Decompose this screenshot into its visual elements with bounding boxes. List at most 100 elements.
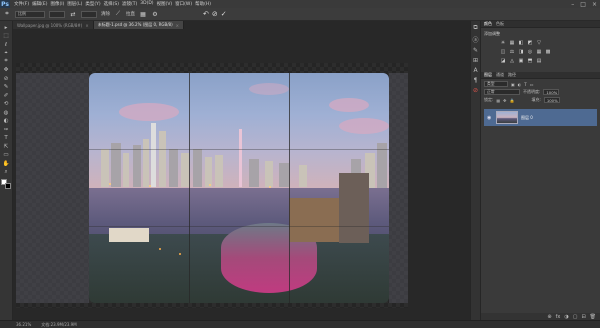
channel-mixer-icon[interactable]: ▦ (536, 49, 542, 55)
color-lookup-icon[interactable]: ▩ (545, 49, 551, 55)
eyedropper-tool-icon[interactable]: ✥ (2, 67, 11, 74)
photo-building (265, 161, 273, 187)
hand-tool-icon[interactable]: ✋ (2, 160, 11, 167)
layer-kind-select[interactable]: 类型 (484, 81, 508, 87)
menu-edit[interactable]: 编辑(E) (32, 1, 47, 7)
tab-document-2[interactable]: 未标题-1.psd @ 36.2% (图层 0, RGB/8) × (93, 21, 185, 29)
history-icon[interactable]: ⧉ (473, 24, 477, 32)
shape-tool-icon[interactable]: ▭ (2, 152, 11, 159)
exposure-icon[interactable]: ◩ (527, 40, 533, 46)
canvas-area[interactable] (13, 29, 470, 319)
eye-icon[interactable]: ◉ (487, 115, 493, 121)
pen-tool-icon[interactable]: ✑ (2, 126, 11, 133)
maximize-button[interactable]: □ (580, 1, 586, 8)
ratio-select[interactable]: 比例 (15, 10, 45, 18)
gradient-tool-icon[interactable]: ◐ (2, 118, 11, 125)
lasso-tool-icon[interactable]: ℓ (2, 41, 11, 48)
straighten-button[interactable]: 拉直 (126, 11, 135, 17)
tab-layers[interactable]: 图层 (484, 72, 492, 78)
lock-position-icon[interactable]: ✥ (503, 98, 506, 103)
no-entry-icon[interactable]: ⊘ (473, 87, 478, 94)
brightness-icon[interactable]: ☀ (500, 40, 506, 46)
brush-panel-icon[interactable]: ✎ (473, 47, 478, 54)
swatches-icon[interactable]: ⊞ (473, 57, 478, 64)
selective-color-icon[interactable]: ▤ (536, 58, 542, 64)
document-canvas[interactable] (16, 63, 408, 308)
type-tool-icon[interactable]: T (2, 135, 11, 142)
close-tab-icon[interactable]: × (176, 23, 179, 28)
filter-type-icon[interactable]: T (524, 82, 526, 87)
quick-select-tool-icon[interactable]: ⌖ (2, 50, 11, 57)
clear-button[interactable]: 清除 (101, 11, 110, 17)
clone-stamp-tool-icon[interactable]: ✐ (2, 92, 11, 99)
eraser-tool-icon[interactable]: ◍ (2, 109, 11, 116)
background-color[interactable] (5, 183, 11, 189)
paragraph-icon[interactable]: ¶ (474, 77, 478, 84)
gradient-map-icon[interactable]: ⬒ (527, 58, 533, 64)
healing-tool-icon[interactable]: ⊘ (2, 75, 11, 82)
cancel-icon[interactable]: ⊘ (212, 10, 218, 18)
menu-help[interactable]: 帮助(H) (195, 1, 211, 7)
width-input[interactable] (49, 10, 65, 18)
photo-cloud (329, 98, 369, 112)
history-brush-tool-icon[interactable]: ⟲ (2, 101, 11, 108)
brush-tool-icon[interactable]: ✎ (2, 84, 11, 91)
color-balance-icon[interactable]: ⚖ (509, 49, 515, 55)
curves-icon[interactable]: ◧ (518, 40, 524, 46)
menu-view[interactable]: 视图(V) (157, 1, 173, 7)
crop-tool-icon[interactable]: ⌗ (2, 58, 11, 65)
photo-filter-icon[interactable]: ◎ (527, 49, 533, 55)
filter-adjust-icon[interactable]: ◐ (518, 82, 522, 87)
tab-color[interactable]: 颜色 (484, 21, 492, 27)
lock-all-icon[interactable]: 🔒 (510, 98, 515, 103)
straighten-icon[interactable]: ⟋ (114, 10, 122, 18)
lock-pixels-icon[interactable]: ▦ (496, 98, 500, 103)
tab-paths[interactable]: 路径 (508, 72, 516, 78)
photo-building (299, 165, 307, 187)
menu-file[interactable]: 文件(F) (14, 1, 29, 7)
invert-icon[interactable]: ◪ (500, 58, 506, 64)
menu-image[interactable]: 图像(I) (50, 1, 64, 7)
menu-window[interactable]: 窗口(W) (175, 1, 192, 7)
tab-swatches[interactable]: 色板 (496, 21, 504, 27)
black-white-icon[interactable]: ◨ (518, 49, 524, 55)
zoom-level[interactable]: 36.21% (16, 322, 31, 327)
swap-icon[interactable]: ⇄ (69, 10, 77, 18)
tab-channels[interactable]: 通道 (496, 72, 504, 78)
close-tab-icon[interactable]: × (85, 23, 88, 28)
move-tool-icon[interactable]: ▸ (2, 24, 11, 31)
filter-pixel-icon[interactable]: ▣ (511, 82, 515, 87)
blend-mode-select[interactable]: 正常 (484, 89, 520, 95)
menu-3d[interactable]: 3D(D) (140, 1, 153, 7)
menu-type[interactable]: 类型(Y) (85, 1, 100, 7)
menu-layer[interactable]: 图层(L) (67, 1, 82, 7)
grid-overlay-icon[interactable]: ▦ (139, 10, 147, 18)
character-icon[interactable]: A (473, 67, 477, 74)
height-input[interactable] (81, 10, 97, 18)
levels-icon[interactable]: ▦ (509, 40, 515, 46)
menu-filter[interactable]: 滤镜(T) (122, 1, 137, 7)
vibrance-icon[interactable]: ▽ (536, 40, 542, 46)
hue-saturation-icon[interactable]: ◫ (500, 49, 506, 55)
marquee-tool-icon[interactable]: ⬚ (2, 33, 11, 40)
reset-icon[interactable]: ↶ (203, 10, 209, 18)
minimize-button[interactable]: – (571, 1, 574, 8)
posterize-icon[interactable]: ◬ (509, 58, 515, 64)
path-select-tool-icon[interactable]: ⇱ (2, 143, 11, 150)
settings-gear-icon[interactable]: ⚙ (151, 10, 159, 18)
crop-tool-icon[interactable]: ⌗ (3, 10, 11, 18)
commit-checkmark-icon[interactable]: ✓ (221, 10, 227, 18)
close-button[interactable]: × (592, 1, 597, 8)
menu-select[interactable]: 选择(S) (104, 1, 119, 7)
tab-document-1[interactable]: Wallpaper.jpg @ 100% (RGB/8#) × (13, 21, 94, 29)
threshold-icon[interactable]: ▣ (518, 58, 524, 64)
photo-building (249, 159, 259, 187)
opacity-input[interactable]: 100% (543, 89, 560, 95)
zoom-tool-icon[interactable]: ⌕ (2, 169, 11, 176)
properties-icon[interactable]: ⓐ (472, 35, 478, 44)
filter-shape-icon[interactable]: ▭ (530, 82, 534, 87)
color-swatches[interactable] (1, 179, 11, 189)
layer-row[interactable]: ◉ 图层 0 (484, 109, 597, 126)
fill-input[interactable]: 100% (543, 97, 560, 103)
layer-name[interactable]: 图层 0 (521, 115, 533, 121)
